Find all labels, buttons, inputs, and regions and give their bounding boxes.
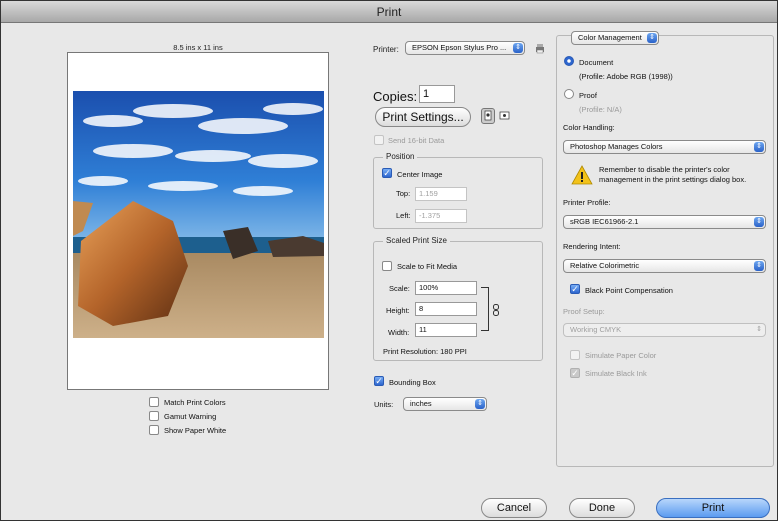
print-button[interactable]: Print bbox=[656, 498, 770, 518]
preview-image bbox=[73, 91, 324, 338]
section-popup[interactable]: Color Management ⇕ bbox=[571, 31, 659, 45]
popup-arrow-icon: ⇕ bbox=[754, 217, 764, 227]
simulate-black-ink-checkbox[interactable]: ✓ bbox=[570, 368, 580, 378]
popup-arrow-icon: ⇕ bbox=[754, 261, 764, 271]
width-input[interactable]: 11 bbox=[415, 323, 477, 337]
print-resolution-text: Print Resolution: 180 PPI bbox=[383, 347, 467, 356]
printer-value: EPSON Epson Stylus Pro ... bbox=[412, 43, 507, 52]
units-value: inches bbox=[410, 399, 432, 408]
black-point-compensation-label: Black Point Compensation bbox=[585, 286, 673, 295]
popup-arrow-icon: ⇕ bbox=[756, 326, 762, 333]
send-16bit-label: Send 16-bit Data bbox=[388, 136, 445, 145]
gamut-warning-checkbox[interactable] bbox=[149, 411, 159, 421]
position-title: Position bbox=[383, 152, 418, 161]
document-profile: (Profile: Adobe RGB (1998)) bbox=[579, 72, 673, 81]
proof-radio[interactable] bbox=[564, 89, 574, 99]
cancel-button[interactable]: Cancel bbox=[481, 498, 547, 518]
print-dialog: Print 8.5 ins x 11 ins Match Print Color… bbox=[0, 0, 778, 521]
simulate-paper-color-label: Simulate Paper Color bbox=[585, 351, 657, 360]
printer-icon[interactable] bbox=[534, 41, 546, 54]
printer-popup[interactable]: EPSON Epson Stylus Pro ... ⇕ bbox=[405, 41, 525, 55]
done-button[interactable]: Done bbox=[569, 498, 635, 518]
scaled-print-size-group bbox=[373, 241, 543, 361]
proof-setup-value: Working CMYK bbox=[570, 325, 622, 334]
copies-label: Copies: bbox=[373, 89, 418, 104]
printer-profile-popup[interactable]: sRGB IEC61966-2.1 ⇕ bbox=[563, 215, 766, 229]
black-point-compensation-checkbox[interactable]: ✓ bbox=[570, 284, 580, 294]
proof-setup-label: Proof Setup: bbox=[563, 307, 605, 316]
color-handling-value: Photoshop Manages Colors bbox=[570, 142, 663, 151]
window-title: Print bbox=[1, 1, 777, 23]
gamut-warning-label: Gamut Warning bbox=[164, 412, 217, 421]
proof-profile: (Profile: N/A) bbox=[579, 105, 622, 114]
color-handling-popup[interactable]: Photoshop Manages Colors ⇕ bbox=[563, 140, 766, 154]
scale-to-fit-checkbox[interactable] bbox=[382, 261, 392, 271]
bounding-box-label: Bounding Box bbox=[389, 378, 436, 387]
chain-link-icon[interactable] bbox=[492, 303, 500, 316]
popup-arrow-icon: ⇕ bbox=[475, 399, 485, 409]
rendering-intent-popup[interactable]: Relative Colorimetric ⇕ bbox=[563, 259, 766, 273]
landscape-orientation-icon[interactable] bbox=[498, 109, 512, 123]
warning-icon bbox=[571, 165, 593, 185]
center-image-label: Center Image bbox=[397, 170, 443, 179]
match-print-colors-checkbox[interactable] bbox=[149, 397, 159, 407]
show-paper-white-label: Show Paper White bbox=[164, 426, 227, 435]
left-label: Left: bbox=[396, 211, 411, 220]
warning-text: Remember to disable the printer's color … bbox=[599, 165, 747, 184]
units-popup[interactable]: inches ⇕ bbox=[403, 397, 487, 411]
proof-setup-popup[interactable]: Working CMYK ⇕ bbox=[563, 323, 766, 337]
height-input[interactable]: 8 bbox=[415, 302, 477, 316]
printer-label: Printer: bbox=[373, 45, 399, 54]
top-input[interactable]: 1.159 bbox=[415, 187, 467, 201]
rendering-intent-label: Rendering Intent: bbox=[563, 242, 621, 251]
popup-arrow-icon: ⇕ bbox=[647, 33, 657, 43]
copies-input[interactable]: 1 bbox=[419, 85, 455, 103]
document-radio[interactable] bbox=[564, 56, 574, 66]
paper-size-label: 8.5 ins x 11 ins bbox=[173, 43, 223, 52]
height-label: Height: bbox=[386, 306, 410, 315]
color-handling-label: Color Handling: bbox=[563, 123, 615, 132]
section-value: Color Management bbox=[578, 33, 642, 42]
popup-arrow-icon: ⇕ bbox=[513, 43, 523, 53]
printer-profile-label: Printer Profile: bbox=[563, 198, 611, 207]
left-input[interactable]: -1.375 bbox=[415, 209, 467, 223]
print-settings-button[interactable]: Print Settings... bbox=[375, 107, 471, 127]
print-preview[interactable] bbox=[67, 52, 329, 390]
constrain-bracket bbox=[481, 287, 489, 331]
show-paper-white-checkbox[interactable] bbox=[149, 425, 159, 435]
scale-label: Scale: bbox=[389, 284, 410, 293]
bounding-box-checkbox[interactable]: ✓ bbox=[374, 376, 384, 386]
units-label: Units: bbox=[374, 400, 394, 409]
portrait-orientation-icon[interactable] bbox=[481, 108, 495, 124]
proof-label: Proof bbox=[579, 91, 597, 100]
simulate-black-ink-label: Simulate Black Ink bbox=[585, 369, 647, 378]
match-print-colors-label: Match Print Colors bbox=[164, 398, 226, 407]
send-16bit-checkbox[interactable] bbox=[374, 135, 384, 145]
printer-profile-value: sRGB IEC61966-2.1 bbox=[570, 217, 639, 226]
top-label: Top: bbox=[396, 189, 411, 198]
simulate-paper-color-checkbox[interactable] bbox=[570, 350, 580, 360]
popup-arrow-icon: ⇕ bbox=[754, 142, 764, 152]
document-label: Document bbox=[579, 58, 614, 67]
scale-input[interactable]: 100% bbox=[415, 281, 477, 295]
scale-to-fit-label: Scale to Fit Media bbox=[397, 262, 458, 271]
rendering-intent-value: Relative Colorimetric bbox=[570, 261, 640, 270]
center-image-checkbox[interactable]: ✓ bbox=[382, 168, 392, 178]
scaled-print-size-title: Scaled Print Size bbox=[383, 236, 450, 245]
width-label: Width: bbox=[388, 328, 410, 337]
